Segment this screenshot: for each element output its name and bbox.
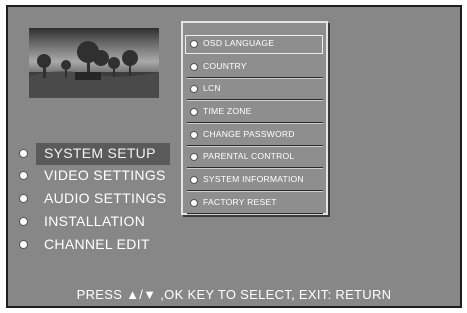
submenu-label: LCN <box>203 83 221 93</box>
submenu-item-time-zone[interactable]: TIME ZONE <box>185 103 323 124</box>
key-hint-footer: PRESS ▲/▼ ,OK KEY TO SELECT, EXIT: RETUR… <box>76 287 392 302</box>
main-menu-label: SYSTEM SETUP <box>44 145 156 161</box>
radio-bullet-icon <box>190 108 198 116</box>
submenu-label: PARENTAL CONTROL <box>203 151 295 161</box>
radio-bullet-icon <box>190 176 198 184</box>
radio-bullet-icon <box>19 194 28 203</box>
divider <box>187 99 323 101</box>
submenu-label: TIME ZONE <box>203 106 252 116</box>
radio-bullet-icon <box>190 85 198 93</box>
system-setup-submenu: OSD LANGUAGE COUNTRY LCN TIME ZONE CHANG… <box>181 21 328 215</box>
radio-bullet-icon <box>190 131 198 139</box>
submenu-item-osd-language[interactable]: OSD LANGUAGE <box>185 35 323 54</box>
tv-osd-screen: SYSTEM SETUP VIDEO SETTINGS AUDIO SETTIN… <box>6 5 462 308</box>
divider <box>187 122 323 124</box>
main-menu-item-audio-settings[interactable]: AUDIO SETTINGS <box>8 188 178 210</box>
video-preview <box>29 28 159 98</box>
divider <box>187 213 323 215</box>
main-menu-item-video-settings[interactable]: VIDEO SETTINGS <box>8 165 178 187</box>
main-menu-label: AUDIO SETTINGS <box>44 190 167 206</box>
submenu-item-factory-reset[interactable]: FACTORY RESET <box>185 194 323 215</box>
divider <box>187 145 323 147</box>
main-menu-item-system-setup[interactable]: SYSTEM SETUP <box>8 143 178 165</box>
radio-bullet-icon <box>190 40 198 48</box>
radio-bullet-icon <box>19 240 28 249</box>
submenu-item-change-password[interactable]: CHANGE PASSWORD <box>185 126 323 147</box>
submenu-label: COUNTRY <box>203 61 247 71</box>
radio-bullet-icon <box>19 217 28 226</box>
submenu-label: FACTORY RESET <box>203 197 277 207</box>
main-menu-label: INSTALLATION <box>44 213 146 229</box>
submenu-label: SYSTEM INFORMATION <box>203 174 304 184</box>
divider <box>187 77 323 79</box>
preview-scene-image <box>29 41 159 98</box>
submenu-item-lcn[interactable]: LCN <box>185 80 323 101</box>
main-menu-label: VIDEO SETTINGS <box>44 167 166 183</box>
main-menu-item-installation[interactable]: INSTALLATION <box>8 211 178 233</box>
radio-bullet-icon <box>190 153 198 161</box>
radio-bullet-icon <box>19 149 28 158</box>
divider <box>187 167 323 169</box>
main-menu-item-channel-edit[interactable]: CHANNEL EDIT <box>8 234 178 256</box>
radio-bullet-icon <box>190 199 198 207</box>
radio-bullet-icon <box>190 63 198 71</box>
submenu-label: OSD LANGUAGE <box>203 38 275 48</box>
submenu-item-system-information[interactable]: SYSTEM INFORMATION <box>185 171 323 192</box>
main-menu-label: CHANNEL EDIT <box>44 236 150 252</box>
divider <box>187 190 323 192</box>
submenu-item-country[interactable]: COUNTRY <box>185 58 323 79</box>
submenu-label: CHANGE PASSWORD <box>203 129 295 139</box>
submenu-item-parental-control[interactable]: PARENTAL CONTROL <box>185 148 323 169</box>
radio-bullet-icon <box>19 171 28 180</box>
